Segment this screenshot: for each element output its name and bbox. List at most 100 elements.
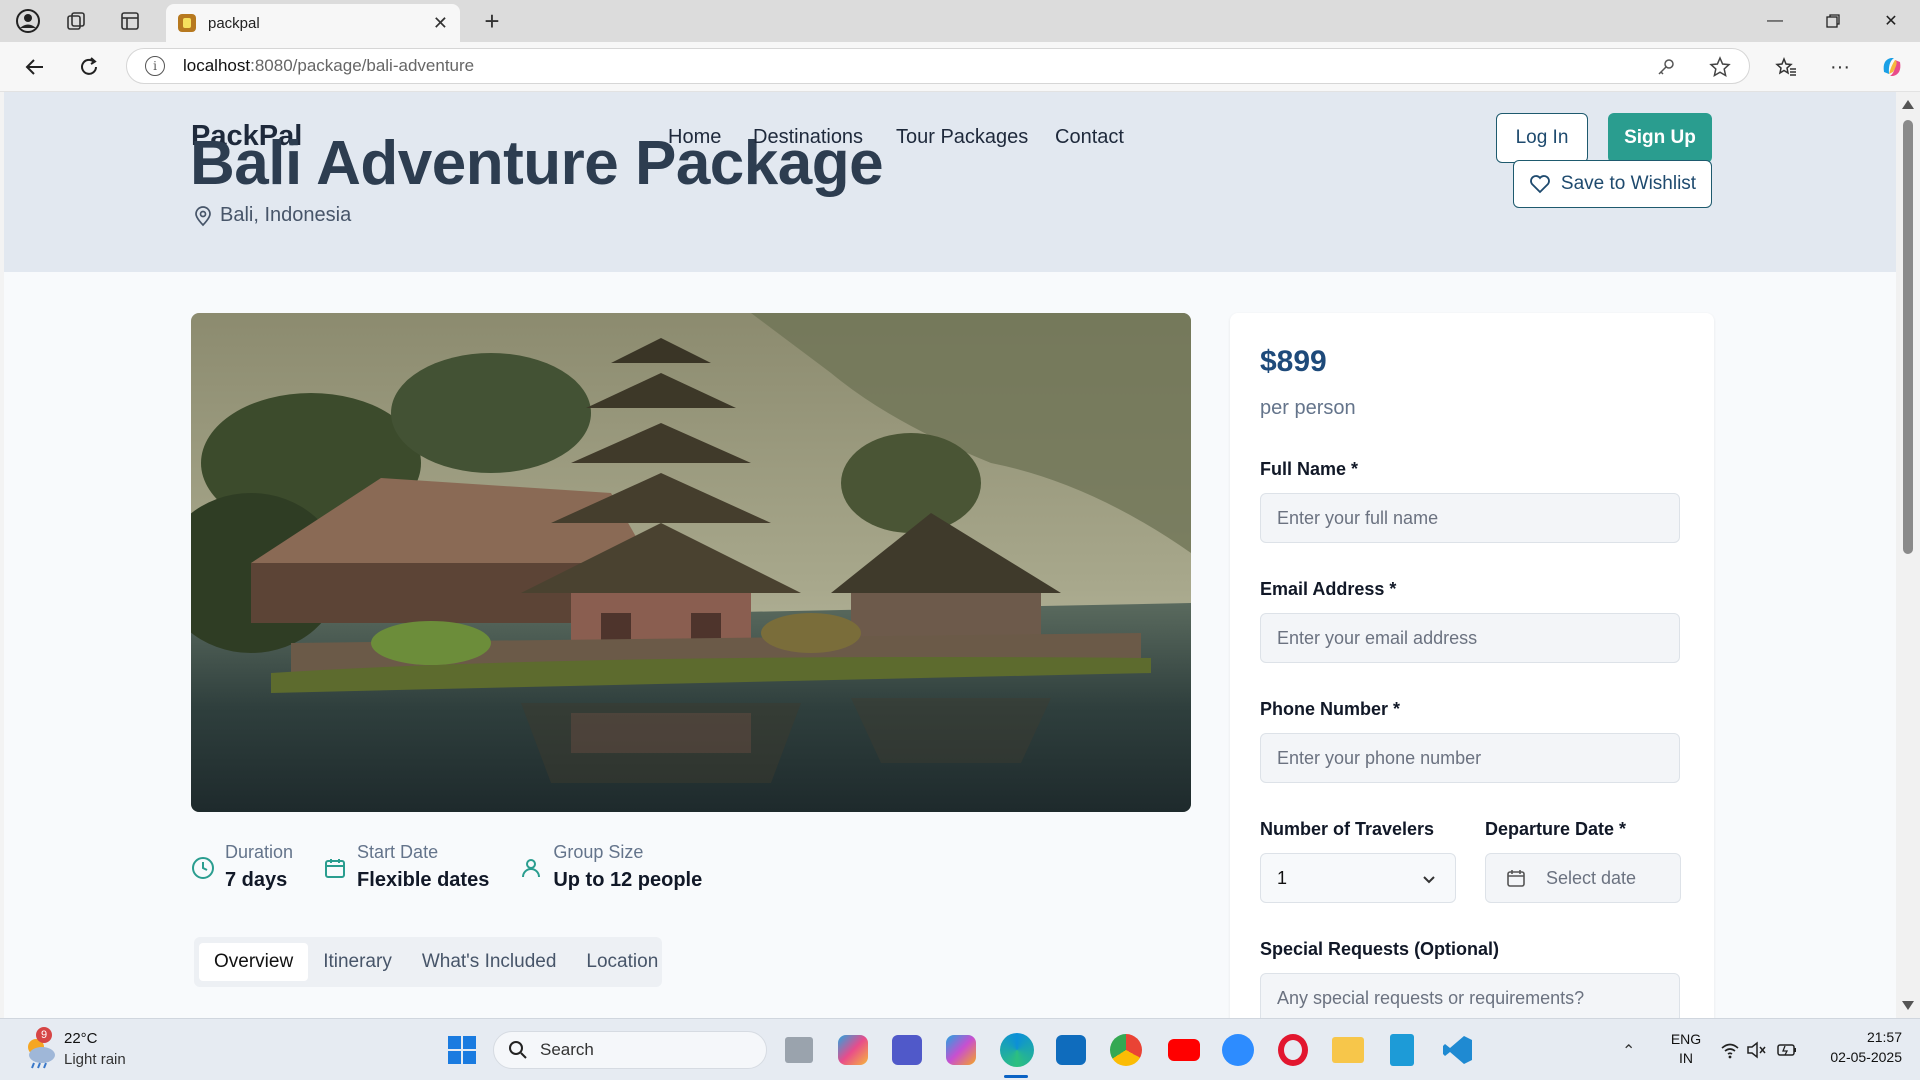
page-scrollbar[interactable] [1896, 92, 1920, 1018]
restore-icon[interactable] [1804, 0, 1862, 42]
scroll-up-icon[interactable] [1902, 100, 1914, 109]
signup-button[interactable]: Sign Up [1608, 113, 1712, 163]
heart-icon [1530, 175, 1550, 194]
search-icon [509, 1041, 527, 1059]
edge-icon[interactable] [1000, 1033, 1034, 1067]
windows-start-icon[interactable] [446, 1034, 478, 1066]
nav-home[interactable]: Home [668, 126, 721, 149]
language-indicator[interactable]: ENG IN [1668, 1031, 1704, 1066]
scroll-down-icon[interactable] [1902, 1001, 1914, 1010]
youtube-icon[interactable] [1168, 1039, 1200, 1061]
clock[interactable]: 21:57 02-05-2025 [1812, 1029, 1902, 1065]
key-icon[interactable] [1655, 56, 1677, 78]
fact-start-date: Start Date Flexible dates [323, 842, 489, 892]
tab-overview[interactable]: Overview [199, 943, 309, 981]
profile-icon[interactable] [12, 6, 44, 36]
email-field[interactable]: Enter your email address [1260, 613, 1680, 663]
clock-date: 02-05-2025 [1830, 1049, 1902, 1065]
fact-label: Start Date [357, 842, 439, 862]
package-facts: Duration 7 days Start Date Flexible date… [191, 842, 732, 892]
package-tabs: Overview Itinerary What's Included Locat… [194, 937, 662, 987]
travelers-value: 1 [1277, 867, 1288, 888]
copilot-icon[interactable] [1876, 52, 1908, 82]
taskbar: 9 22°C Light rain Search ⌃ ENG IN 21:57 … [0, 1018, 1920, 1080]
volume-muted-icon[interactable] [1746, 1041, 1766, 1059]
tab-location[interactable]: Location [571, 943, 673, 981]
fact-label: Group Size [553, 842, 644, 862]
tab-whats-included[interactable]: What's Included [407, 943, 572, 981]
special-requests-placeholder: Any special requests or requirements? [1277, 988, 1585, 1008]
phone-field[interactable]: Enter your phone number [1260, 733, 1680, 783]
zoom-icon[interactable] [1222, 1034, 1254, 1066]
battery-icon[interactable] [1776, 1041, 1798, 1059]
notepad-icon[interactable] [1390, 1034, 1414, 1066]
phone-placeholder: Enter your phone number [1277, 747, 1482, 768]
refresh-icon[interactable] [72, 51, 106, 83]
tab-actions-icon[interactable] [114, 6, 146, 36]
weather-temp: 22°C [64, 1030, 98, 1047]
package-location: Bali, Indonesia [192, 204, 351, 227]
package-photo [191, 313, 1191, 812]
new-tab-icon[interactable]: + [476, 6, 508, 36]
page-viewport: PackPal Bali Adventure Package Bali, Ind… [4, 92, 1896, 1018]
save-to-wishlist-button[interactable]: Save to Wishlist [1513, 160, 1712, 208]
browser-tab[interactable]: packpal ✕ [166, 4, 460, 42]
map-pin-icon [195, 205, 211, 226]
travelers-label: Number of Travelers [1260, 819, 1435, 839]
departure-date-field[interactable]: Select date [1485, 853, 1681, 903]
fact-value: Up to 12 people [553, 869, 703, 891]
edge-active-indicator [1004, 1075, 1028, 1078]
close-tab-icon[interactable]: ✕ [433, 13, 448, 34]
departure-placeholder: Select date [1546, 867, 1637, 888]
wifi-icon[interactable] [1720, 1041, 1740, 1059]
tab-itinerary[interactable]: Itinerary [308, 943, 407, 981]
more-options-icon[interactable]: ··· [1824, 52, 1856, 82]
user-icon [522, 859, 541, 878]
booking-card: $899 per person Full Name * Enter your f… [1230, 313, 1714, 1018]
fact-label: Duration [225, 842, 294, 862]
full-name-field[interactable]: Enter your full name [1260, 493, 1680, 543]
address-bar-row: i localhost:8080/package/bali-adventure … [0, 42, 1920, 92]
fact-value: 7 days [225, 869, 288, 891]
workspaces-icon[interactable] [60, 6, 92, 36]
special-requests-field[interactable]: Any special requests or requirements? [1260, 973, 1680, 1018]
fact-group-size: Group Size Up to 12 people [519, 842, 702, 892]
vscode-icon[interactable] [1442, 1034, 1474, 1066]
file-explorer-icon[interactable] [1332, 1037, 1364, 1063]
weather-icon[interactable]: 9 [20, 1027, 60, 1071]
fact-value: Flexible dates [357, 869, 490, 891]
login-button[interactable]: Log In [1496, 113, 1588, 163]
nav-destinations[interactable]: Destinations [753, 126, 863, 149]
browser-tab-bar: packpal ✕ + — ✕ [0, 0, 1920, 42]
favorites-icon[interactable] [1770, 52, 1802, 82]
nav-contact[interactable]: Contact [1055, 126, 1124, 149]
favorite-star-icon[interactable] [1709, 56, 1731, 78]
clock-time: 21:57 [1866, 1029, 1902, 1045]
clock-icon [192, 857, 214, 879]
chrome-icon[interactable] [1110, 1034, 1142, 1066]
opera-icon[interactable] [1278, 1034, 1308, 1066]
copilot-app-icon[interactable] [838, 1035, 868, 1065]
close-window-icon[interactable]: ✕ [1862, 0, 1920, 42]
m365-icon[interactable] [946, 1035, 976, 1065]
taskbar-search[interactable]: Search [493, 1031, 767, 1069]
wishlist-label: Save to Wishlist [1560, 173, 1697, 194]
task-view-icon[interactable] [785, 1037, 813, 1063]
url-input[interactable]: i localhost:8080/package/bali-adventure [126, 48, 1750, 84]
email-label: Email Address * [1260, 579, 1397, 599]
tray-overflow-icon[interactable]: ⌃ [1622, 1041, 1635, 1061]
minimize-icon[interactable]: — [1746, 0, 1804, 42]
back-icon[interactable] [18, 51, 52, 83]
special-requests-label: Special Requests (Optional) [1260, 939, 1500, 959]
teams-icon[interactable] [892, 1035, 922, 1065]
travelers-select[interactable]: 1 [1260, 853, 1456, 903]
scroll-thumb[interactable] [1903, 120, 1913, 554]
url-path: :8080/package/bali-adventure [250, 56, 475, 75]
lang-top: ENG [1670, 1031, 1702, 1047]
chevron-down-icon [1423, 876, 1435, 884]
nav-tour-packages[interactable]: Tour Packages [896, 126, 1028, 149]
outlook-icon[interactable] [1056, 1035, 1086, 1065]
site-info-icon[interactable]: i [145, 56, 165, 76]
package-price: $899 [1260, 345, 1327, 378]
email-placeholder: Enter your email address [1277, 627, 1478, 648]
